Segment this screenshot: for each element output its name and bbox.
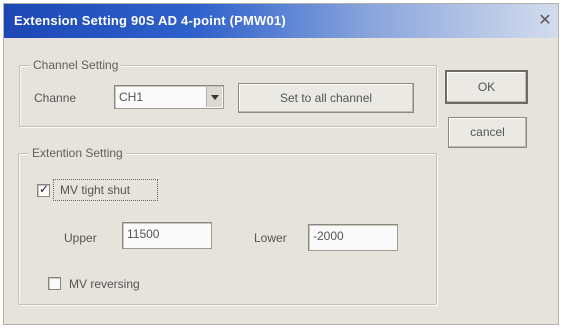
check-icon: ✓ [39, 182, 50, 196]
reversing-label[interactable]: MV reversing [69, 277, 140, 291]
tight-shut-label: MV tight shut [60, 183, 131, 197]
ok-label: OK [477, 80, 496, 94]
channel-select-value: CH1 [119, 90, 144, 104]
extension-setting-title: Extention Setting [29, 146, 126, 160]
channel-setting-title: Channel Setting [30, 58, 122, 72]
tight-shut-focus[interactable]: MV tight shut [53, 179, 158, 201]
channel-select[interactable]: CH1 [114, 85, 224, 109]
upper-label: Upper [64, 231, 97, 245]
upper-input[interactable]: 11500 [122, 222, 212, 249]
lower-label: Lower [254, 231, 287, 245]
cancel-label: cancel [470, 125, 505, 139]
ok-button[interactable]: OK [445, 70, 528, 104]
title-bar[interactable]: Extension Setting 90S AD 4-point (PMW01)… [4, 4, 558, 38]
reversing-checkbox[interactable] [48, 277, 61, 290]
window-title: Extension Setting 90S AD 4-point (PMW01) [14, 13, 286, 28]
lower-input[interactable]: -2000 [308, 224, 398, 251]
extension-setting-dialog: Extension Setting 90S AD 4-point (PMW01)… [3, 3, 559, 325]
extension-setting-group: Extention Setting ✓ MV tight shut Upper … [18, 146, 437, 305]
set-to-all-channel-button[interactable]: Set to all channel [238, 83, 414, 113]
tight-shut-checkbox[interactable]: ✓ [37, 182, 50, 197]
channel-label: Channe [34, 91, 77, 105]
chevron-down-icon[interactable] [206, 87, 222, 107]
set-to-all-channel-label: Set to all channel [279, 91, 373, 105]
lower-value: -2000 [313, 229, 344, 243]
upper-value: 11500 [127, 227, 160, 241]
channel-setting-group: Channel Setting Channe CH1 Set to all ch… [19, 58, 437, 127]
close-icon[interactable]: ✕ [534, 10, 556, 30]
cancel-button[interactable]: cancel [448, 117, 527, 148]
